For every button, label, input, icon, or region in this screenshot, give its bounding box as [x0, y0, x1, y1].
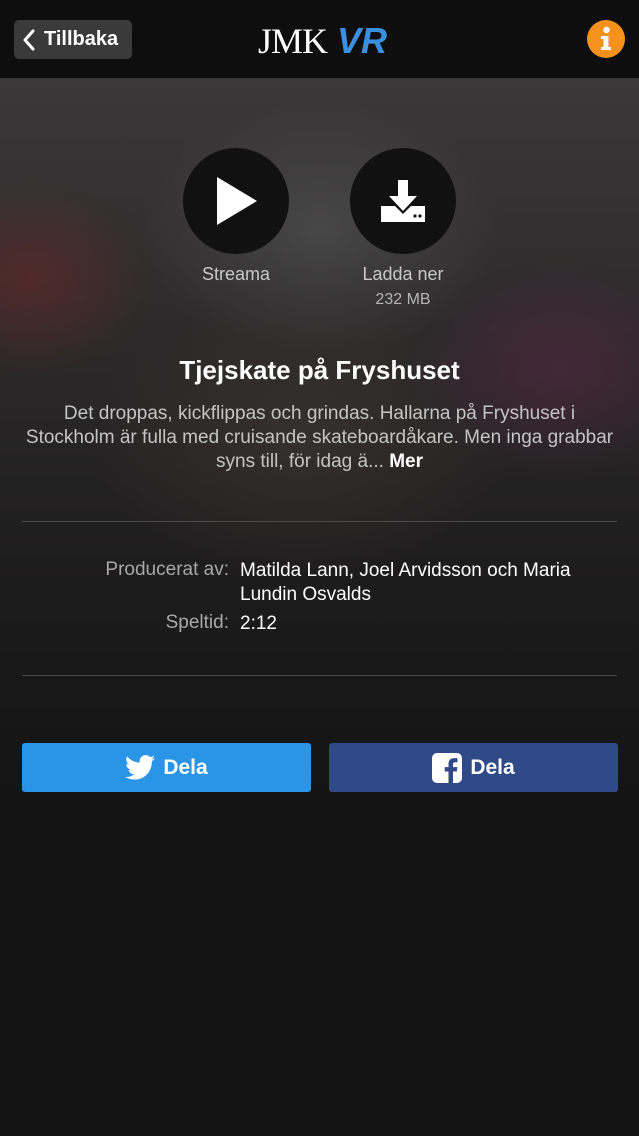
- stream-action: Streama: [183, 148, 289, 285]
- chevron-left-icon: [23, 29, 35, 50]
- description-text: Det droppas, kickflippas och grindas. Ha…: [25, 403, 614, 472]
- twitter-icon: [125, 755, 156, 780]
- facebook-icon: [432, 752, 463, 783]
- back-button-label: Tillbaka: [44, 28, 119, 50]
- divider-top: [22, 521, 617, 522]
- video-description: Det droppas, kickflippas och grindas. Ha…: [22, 402, 617, 474]
- app-logo: JMK VR: [258, 20, 388, 61]
- info-button[interactable]: [587, 20, 625, 58]
- navigation-bar: Tillbaka JMK VR: [0, 0, 639, 78]
- video-title: Tjejskate på Fryshuset: [179, 355, 460, 385]
- download-label: Ladda ner: [362, 264, 444, 284]
- producer-label: Producerat av:: [105, 559, 229, 580]
- download-icon: [381, 180, 425, 222]
- more-link[interactable]: Mer: [389, 451, 423, 472]
- logo-text: JMK: [258, 21, 328, 61]
- play-icon: [217, 177, 257, 225]
- stream-button[interactable]: [183, 148, 289, 254]
- facebook-share-button[interactable]: Dela: [329, 743, 618, 792]
- download-action: Ladda ner 232 MB: [350, 148, 456, 309]
- duration-value: 2:12: [240, 613, 277, 634]
- back-button[interactable]: Tillbaka: [14, 20, 132, 59]
- twitter-share-button[interactable]: Dela: [22, 743, 311, 792]
- info-icon: [601, 26, 611, 50]
- twitter-share-label: Dela: [163, 755, 208, 779]
- duration-label: Speltid:: [165, 612, 229, 633]
- divider-bottom: [22, 675, 617, 676]
- download-size: 232 MB: [375, 291, 431, 308]
- download-button[interactable]: [350, 148, 456, 254]
- stream-label: Streama: [201, 264, 271, 284]
- producer-value: Matilda Lann, Joel Arvidsson och Maria L…: [240, 560, 571, 605]
- facebook-share-label: Dela: [470, 755, 515, 779]
- logo-accent: VR: [337, 20, 388, 61]
